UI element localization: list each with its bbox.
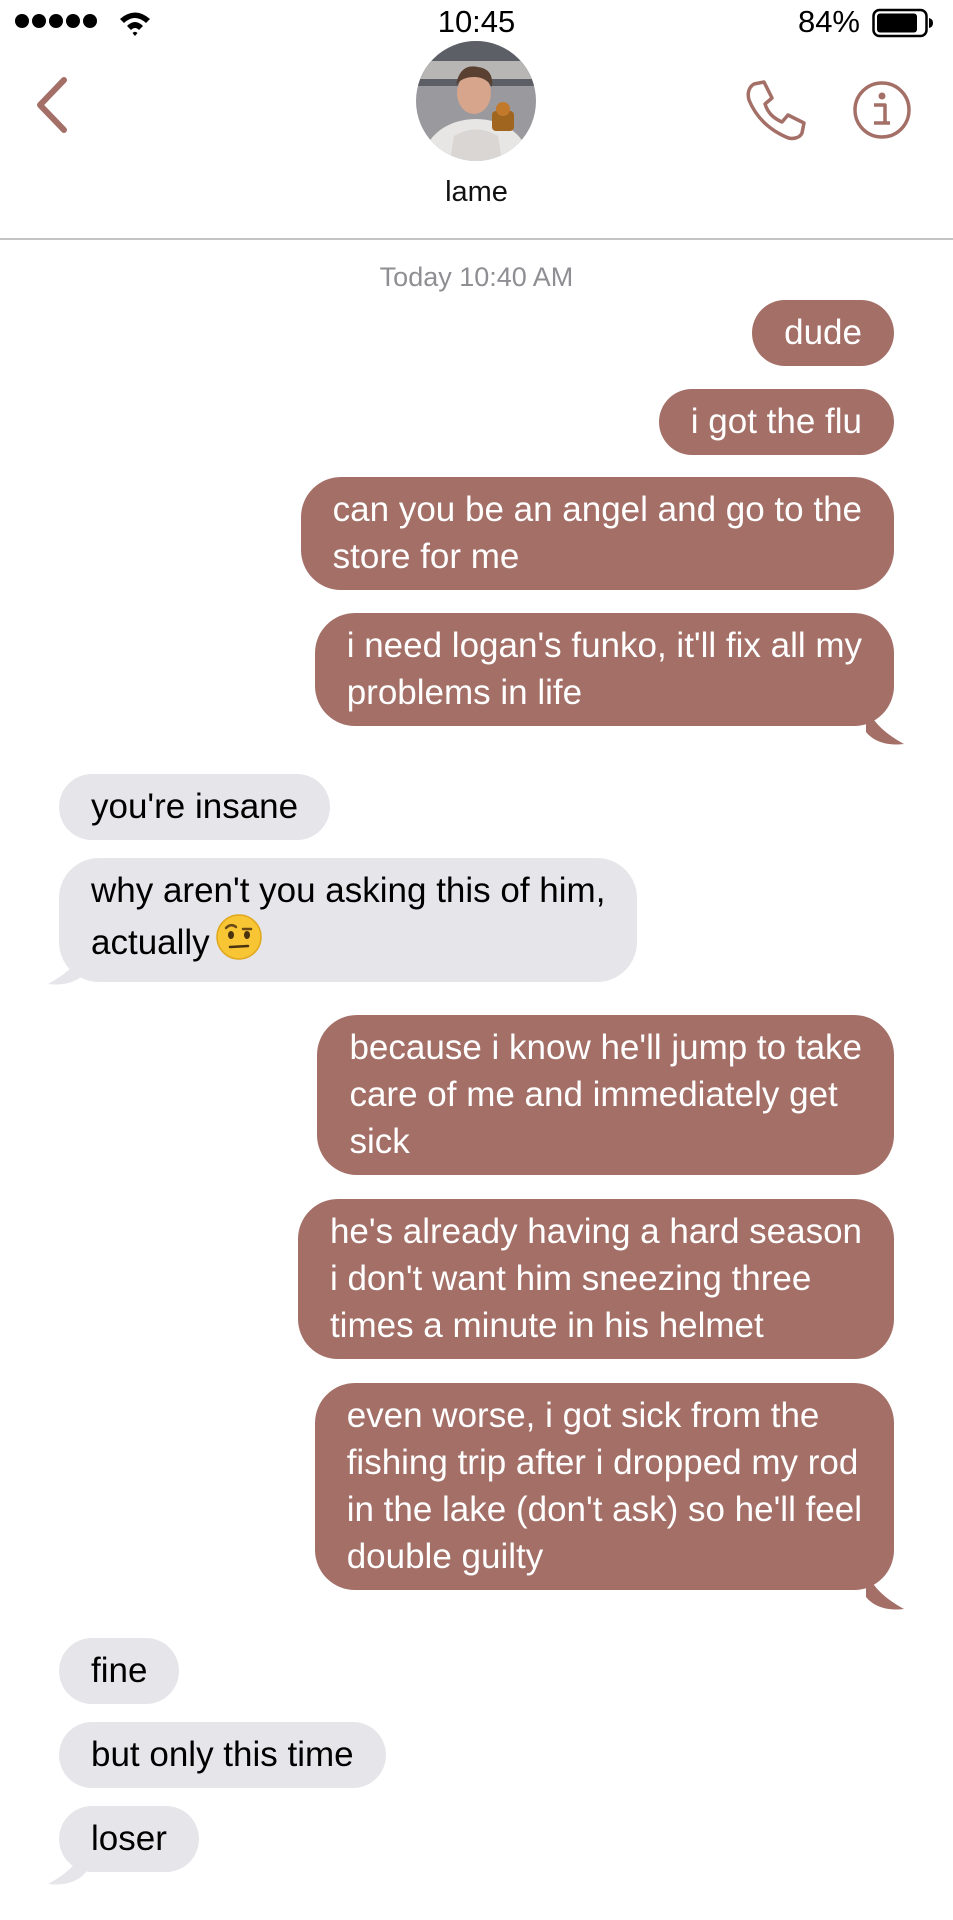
message-text: problems in life	[346, 673, 583, 712]
message-text: double guilty	[346, 1537, 544, 1576]
bubble-tail	[48, 946, 86, 985]
bubble-tail	[866, 1571, 904, 1610]
message-bubble-sent[interactable]: because i know he'll jump to take care o…	[317, 1015, 894, 1175]
message-bubble-sent[interactable]: even worse, i got sick from the fishing …	[314, 1383, 894, 1590]
avatar[interactable]	[416, 41, 536, 161]
info-icon	[853, 81, 911, 139]
raised-eyebrow-face-icon	[215, 914, 262, 972]
message-bubble-sent[interactable]: i need logan's funko, it'll fix all my p…	[314, 613, 894, 726]
message-text: i need logan's funko, it'll fix all my	[346, 626, 862, 665]
back-button[interactable]	[28, 70, 80, 140]
message-text: times a minute in his helmet	[329, 1306, 764, 1345]
message-text: i got the flu	[690, 402, 862, 441]
message-text: because i know he'll jump to take	[349, 1028, 862, 1067]
status-bar: 10:45 84%	[0, 0, 953, 46]
message-text: why aren't you asking this of him,	[91, 871, 606, 910]
message-bubble-sent[interactable]: can you be an angel and go to the store …	[300, 477, 894, 590]
message-bubble-received[interactable]: fine	[59, 1638, 180, 1704]
message-text: care of me and immediately get	[349, 1075, 838, 1114]
message-bubble-received[interactable]: you're insane	[59, 774, 331, 840]
message-text: you're insane	[91, 787, 299, 826]
message-text: but only this time	[91, 1735, 354, 1774]
message-bubble-sent[interactable]: dude	[752, 300, 894, 366]
contact-photo	[416, 41, 536, 161]
info-button[interactable]	[852, 80, 912, 140]
call-button[interactable]	[742, 76, 810, 144]
contact-name[interactable]: lame	[0, 176, 953, 209]
bubble-tail	[48, 1846, 86, 1885]
message-bubble-received[interactable]: but only this time	[59, 1722, 386, 1788]
message-bubble-sent[interactable]: he's already having a hard season i don'…	[297, 1199, 894, 1359]
message-text: even worse, i got sick from the	[346, 1396, 820, 1435]
message-bubble-received[interactable]: why aren't you asking this of him, actua…	[59, 858, 638, 982]
message-text: sick	[349, 1122, 410, 1161]
phone-icon	[746, 80, 806, 141]
chevron-left-icon	[37, 77, 67, 133]
message-text: actually	[91, 923, 210, 962]
message-text: he's already having a hard season	[329, 1212, 862, 1251]
message-bubble-sent[interactable]: i got the flu	[658, 389, 894, 455]
message-text: can you be an angel and go to the	[332, 490, 862, 529]
message-text: dude	[784, 313, 862, 352]
battery-percent: 84%	[797, 4, 860, 39]
bubble-tail	[866, 706, 904, 745]
message-text: fishing trip after i dropped my rod	[346, 1443, 859, 1482]
message-text: in the lake (don't ask) so he'll feel	[346, 1490, 862, 1529]
battery-icon	[872, 8, 933, 38]
message-text: loser	[91, 1819, 167, 1858]
message-text: store for me	[332, 537, 520, 576]
conversation-timestamp: Today 10:40 AM	[379, 262, 574, 292]
message-text: fine	[91, 1651, 148, 1690]
message-text: i don't want him sneezing three	[329, 1259, 812, 1298]
